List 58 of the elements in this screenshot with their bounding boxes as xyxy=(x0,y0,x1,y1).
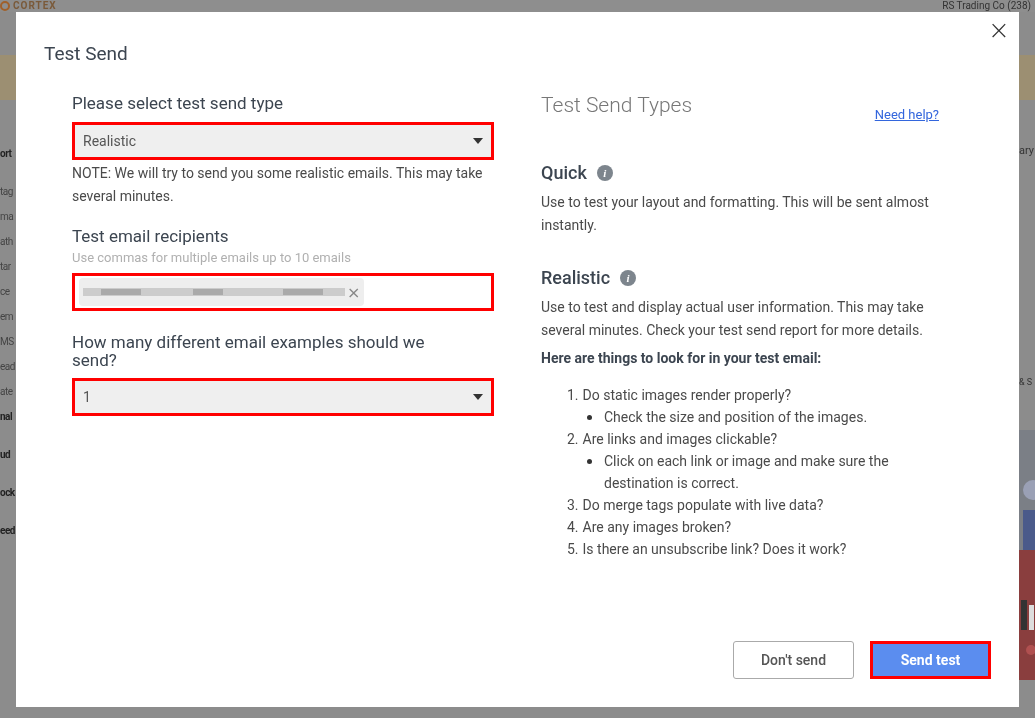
sidebar-item[interactable]: ma xyxy=(0,207,16,232)
type-heading: Realistic xyxy=(541,267,611,288)
count-dropdown[interactable]: 1 xyxy=(72,378,494,416)
account-name[interactable]: RS Trading Co (238) xyxy=(942,0,1031,12)
field-label: How many different email examples should we send? xyxy=(72,333,426,369)
recipients-field[interactable]: × xyxy=(72,273,494,311)
redacted-email-icon xyxy=(83,285,345,299)
note-text: NOTE: We will try to send you some realistic emails. This may take several minutes. xyxy=(72,164,484,206)
bullet-icon xyxy=(587,415,592,420)
send-button[interactable]: Send test xyxy=(870,641,991,679)
list-text: Do merge tags populate with live data? xyxy=(582,496,824,515)
logo-icon xyxy=(0,1,10,11)
list-number: 1. xyxy=(567,386,579,405)
remove-button[interactable]: × xyxy=(347,282,361,302)
list-number: 4. xyxy=(567,518,579,537)
sidebar-item[interactable]: ce xyxy=(0,282,16,307)
sidebar-item[interactable]: em xyxy=(0,307,16,332)
cancel-button[interactable]: Don't send xyxy=(733,641,854,679)
help-link[interactable]: Need help? xyxy=(874,107,939,122)
type-description: Use to test and display actual user information. This may take several minutes. Check your test send report for more details. xyxy=(541,298,925,340)
sidebar-heading[interactable]: ud xyxy=(0,445,16,483)
info-icon[interactable]: i xyxy=(620,269,637,286)
field-label: Please select test send type xyxy=(72,93,284,113)
sidebar-item[interactable]: MS xyxy=(0,332,16,357)
type-dropdown[interactable]: Realistic xyxy=(72,122,494,160)
sidebar-item[interactable]: ath xyxy=(0,232,16,257)
list-text: Check the size and position of the images. xyxy=(604,408,868,427)
sidebar-item[interactable]: ate xyxy=(0,382,16,407)
sidebar-heading[interactable]: ort xyxy=(0,144,16,182)
list-text: Are links and images clickable? xyxy=(582,430,778,449)
close-button[interactable]: × xyxy=(987,18,1011,42)
background-text: & S xyxy=(1019,377,1034,387)
list-text: Click on each link or image and make sure the destination is correct. xyxy=(604,452,890,493)
list-text: Is there an unsubscribe link? Does it work? xyxy=(582,540,847,559)
list-text: Do static images render properly? xyxy=(582,386,792,405)
sidebar-heading[interactable]: ock xyxy=(0,483,16,521)
list-text: Are any images broken? xyxy=(582,518,732,537)
sidebar-item[interactable]: tag xyxy=(0,182,16,207)
logo-text: CORTEX xyxy=(13,0,57,12)
section-title: Test Send Types xyxy=(541,93,693,117)
checklist-title: Here are things to look for in your test email: xyxy=(541,350,823,366)
sidebar-heading[interactable]: eed xyxy=(0,521,16,559)
caret-icon xyxy=(473,138,483,144)
dialog-title: Test Send xyxy=(44,42,129,65)
type-description: Use to test your layout and formatting. This will be sent almost instantly. xyxy=(541,193,930,235)
caret-icon xyxy=(473,394,483,400)
type-heading: Quick xyxy=(541,162,587,183)
hint-text: Use commas for multiple emails up to 10 emails xyxy=(72,250,352,265)
sidebar-heading[interactable]: nal xyxy=(0,407,16,445)
bullet-icon xyxy=(587,459,592,464)
sidebar-item[interactable]: ead xyxy=(0,357,16,382)
info-icon[interactable]: i xyxy=(596,164,613,181)
list-number: 3. xyxy=(567,496,579,515)
list-number: 2. xyxy=(567,430,579,449)
background-text: ary xyxy=(1019,144,1035,157)
field-label: Test email recipients xyxy=(72,226,230,246)
sidebar-item[interactable]: tar xyxy=(0,257,16,282)
list-number: 5. xyxy=(567,540,579,559)
